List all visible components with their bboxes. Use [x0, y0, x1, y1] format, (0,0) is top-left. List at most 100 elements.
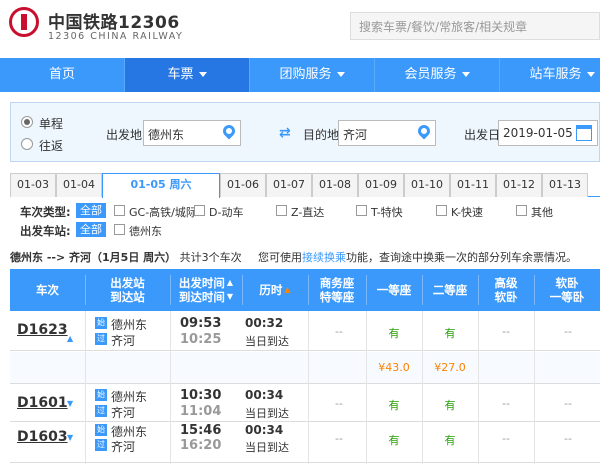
- main-nav: 首页 车票 团购服务 会员服务 站车服务: [0, 58, 600, 92]
- second-class-seat[interactable]: 有: [422, 432, 478, 448]
- type-checkbox[interactable]: [114, 205, 125, 216]
- type-checkbox[interactable]: [276, 205, 287, 216]
- col-train: 车次: [36, 283, 59, 297]
- location-pin-icon[interactable]: [220, 122, 238, 140]
- col-station: 出发站 到达站: [110, 276, 145, 304]
- table-row: D1601 ▼ 始 德州东 过 齐河 10:30 11:04 00:34 当日到…: [10, 385, 600, 422]
- start-station-icon: 始: [95, 389, 107, 401]
- location-pin-icon[interactable]: [415, 122, 433, 140]
- station-option-label: 德州东: [129, 225, 162, 238]
- date-tab[interactable]: 01-06: [220, 173, 266, 197]
- duration: 00:34: [245, 423, 284, 437]
- site-search-input[interactable]: 搜索车票/餐饮/常旅客/相关规章: [350, 12, 600, 40]
- soft-sleeper-seat: --: [564, 432, 572, 445]
- premium-sleeper-seat: --: [502, 432, 510, 445]
- nav-member-service[interactable]: 会员服务: [375, 58, 500, 92]
- transfer-notice: 您可使用接续换乘功能，查询途中换乘一次的部分列车余票情况。: [258, 251, 577, 264]
- col-duration-sort[interactable]: 历时 ▲: [242, 269, 308, 311]
- first-class-seat[interactable]: 有: [366, 432, 422, 448]
- col-second-class: 二等座: [432, 283, 468, 297]
- start-station-icon: 始: [95, 424, 107, 436]
- first-class-seat[interactable]: 有: [366, 325, 422, 341]
- expand-icon[interactable]: ▼: [67, 399, 73, 408]
- from-station: 德州东: [111, 390, 148, 404]
- type-option-label: K-快速: [451, 206, 484, 219]
- table-row: D1623 ▲ 始 德州东 过 齐河 09:53 10:25 00:32 当日到…: [10, 311, 600, 351]
- business-seat: --: [335, 325, 343, 338]
- type-checkbox[interactable]: [194, 205, 205, 216]
- arrival-note: 当日到达: [245, 407, 289, 420]
- type-checkbox[interactable]: [516, 205, 527, 216]
- date-tab[interactable]: 01-12: [496, 173, 542, 197]
- date-tab[interactable]: 01-09: [358, 173, 404, 197]
- arrival-time: 10:25: [180, 332, 222, 347]
- results-table-header: 车次 出发站 到达站 出发时间 到达时间 ▲ ▼ 历时 ▲ 商务座 特等座 一等座 二等座…: [10, 269, 600, 311]
- nav-station-service[interactable]: 站车服务: [500, 58, 600, 92]
- pass-station-icon: 过: [95, 439, 107, 451]
- site-header: 中国铁路12306 12306 CHINA RAILWAY 搜索车票/餐饮/常旅…: [0, 0, 600, 58]
- business-seat: --: [335, 432, 343, 445]
- duration: 00:32: [245, 316, 284, 330]
- date-tab[interactable]: 01-13: [542, 173, 588, 197]
- swap-stations-icon[interactable]: ⇄: [279, 125, 291, 141]
- second-class-seat[interactable]: 有: [422, 325, 478, 341]
- premium-sleeper-seat: --: [502, 397, 510, 410]
- nav-tickets[interactable]: 车票: [125, 58, 250, 92]
- type-checkbox[interactable]: [356, 205, 367, 216]
- transfer-link[interactable]: 接续换乘: [302, 251, 346, 264]
- col-business: 商务座 特等座: [319, 276, 355, 304]
- date-tab[interactable]: 01-07: [266, 173, 312, 197]
- type-option-label: Z-直达: [291, 206, 325, 219]
- type-checkbox[interactable]: [436, 205, 447, 216]
- train-number-link[interactable]: D1623: [17, 322, 68, 338]
- railway-logo-icon[interactable]: [9, 7, 39, 37]
- expand-icon[interactable]: ▼: [67, 433, 73, 442]
- soft-sleeper-seat: --: [564, 325, 572, 338]
- calendar-icon[interactable]: [576, 125, 592, 141]
- departure-date-input[interactable]: 2019-01-05: [498, 120, 598, 146]
- from-station-input[interactable]: 德州东: [143, 120, 241, 146]
- train-number-link[interactable]: D1603: [17, 429, 68, 445]
- to-station-input[interactable]: 齐河: [338, 120, 436, 146]
- all-stations-button[interactable]: 全部: [76, 222, 106, 237]
- departure-time: 15:46: [180, 423, 222, 438]
- type-option-label: D-动车: [209, 206, 244, 219]
- second-class-seat[interactable]: 有: [422, 397, 478, 413]
- date-tab[interactable]: 01-10: [404, 173, 450, 197]
- col-soft-sleeper: 软卧 一等卧: [549, 276, 585, 304]
- result-summary: 德州东 --> 齐河（1月5日 周六） 共计3个车次: [10, 251, 242, 264]
- sort-up-icon: ▲: [226, 278, 234, 287]
- date-tab-selected[interactable]: 01-05 周六: [102, 173, 220, 198]
- station-checkbox[interactable]: [114, 224, 125, 235]
- sort-down-icon: ▼: [226, 292, 234, 301]
- nav-home[interactable]: 首页: [0, 58, 125, 92]
- col-time-sort[interactable]: 出发时间 到达时间 ▲ ▼: [170, 269, 242, 311]
- train-number-link[interactable]: D1601: [17, 395, 68, 411]
- first-class-seat[interactable]: 有: [366, 397, 422, 413]
- date-tab[interactable]: 01-08: [312, 173, 358, 197]
- type-option-label: 其他: [531, 206, 553, 219]
- query-panel: 单程 往返 出发地 德州东 ⇄ 目的地 齐河 出发日 2019-01-05: [10, 102, 600, 162]
- duration: 00:34: [245, 388, 284, 402]
- departure-station-label: 出发车站:: [20, 224, 71, 238]
- col-first-class: 一等座: [376, 283, 412, 297]
- date-tab[interactable]: 01-03: [10, 173, 56, 197]
- site-title[interactable]: 中国铁路12306: [48, 8, 180, 33]
- second-class-price: ¥27.0: [434, 361, 466, 374]
- one-way-radio[interactable]: [21, 116, 33, 128]
- chevron-down-icon: [586, 72, 595, 77]
- first-class-price: ¥43.0: [378, 361, 410, 374]
- chevron-down-icon: [198, 72, 207, 77]
- business-seat: --: [335, 397, 343, 410]
- round-trip-label: 往返: [39, 139, 64, 153]
- nav-group-service[interactable]: 团购服务: [250, 58, 375, 92]
- round-trip-radio[interactable]: [21, 138, 33, 150]
- type-option-label: GC-高铁/城际: [129, 206, 197, 219]
- expand-icon[interactable]: ▲: [67, 334, 73, 343]
- date-tab[interactable]: 01-11: [450, 173, 496, 197]
- all-types-button[interactable]: 全部: [76, 203, 106, 218]
- date-tab[interactable]: 01-04: [56, 173, 102, 197]
- sort-up-icon: ▲: [284, 285, 291, 294]
- premium-sleeper-seat: --: [502, 325, 510, 338]
- train-type-label: 车次类型:: [20, 205, 71, 219]
